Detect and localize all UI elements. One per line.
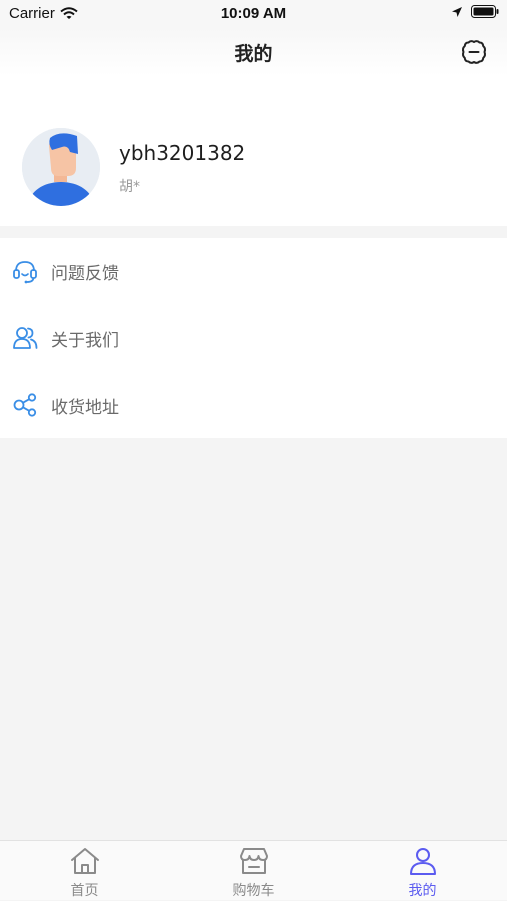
menu-item-feedback[interactable]: 问题反馈 bbox=[0, 238, 507, 304]
menu-item-address[interactable]: 收货地址 bbox=[0, 372, 507, 438]
nav-bar: 我的 bbox=[0, 28, 507, 76]
menu-item-about[interactable]: 关于我们 bbox=[0, 305, 507, 371]
settings-button[interactable] bbox=[459, 37, 489, 67]
tab-mine[interactable]: 我的 bbox=[338, 841, 507, 901]
avatar-image bbox=[22, 128, 100, 206]
headset-icon bbox=[13, 261, 37, 284]
tab-cart[interactable]: 购物车 bbox=[169, 841, 338, 901]
profile-card[interactable]: ybh3201382 胡* bbox=[0, 76, 507, 226]
battery-icon bbox=[471, 5, 499, 18]
tab-mine-label: 我的 bbox=[408, 883, 437, 899]
tab-home-label: 首页 bbox=[70, 883, 99, 899]
tab-bar: 首页 购物车 我的 bbox=[0, 840, 507, 900]
menu-label-feedback: 问题反馈 bbox=[51, 263, 119, 284]
menu-label-address: 收货地址 bbox=[51, 397, 119, 418]
home-icon bbox=[71, 848, 99, 874]
location-arrow-icon bbox=[452, 6, 462, 17]
menu-label-about: 关于我们 bbox=[51, 330, 119, 351]
users-icon bbox=[13, 327, 38, 349]
user-icon bbox=[410, 848, 436, 875]
status-bar: Carrier 10:09 AM bbox=[0, 0, 507, 28]
store-icon bbox=[240, 848, 268, 874]
settings-gear-icon bbox=[461, 40, 487, 64]
tab-home[interactable]: 首页 bbox=[0, 841, 169, 901]
share-nodes-icon bbox=[13, 393, 37, 417]
menu-list: 问题反馈 关于我们 收货地址 bbox=[0, 238, 507, 438]
tab-cart-label: 购物车 bbox=[232, 883, 275, 899]
avatar[interactable] bbox=[22, 128, 100, 206]
status-time: 10:09 AM bbox=[220, 5, 287, 22]
real-name: 胡* bbox=[119, 179, 140, 195]
status-indicators bbox=[451, 5, 499, 18]
page-title: 我的 bbox=[234, 43, 273, 65]
username: ybh3201382 bbox=[119, 141, 246, 165]
